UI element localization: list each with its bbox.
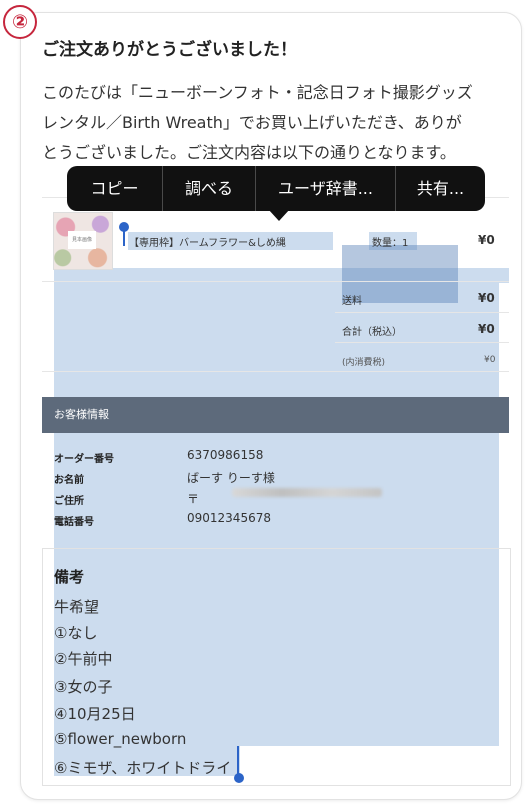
address-redacted <box>232 488 382 497</box>
divider <box>335 342 509 343</box>
name-value: ばーす りーす様 <box>187 471 275 485</box>
thumbnail-label: 見本画像 <box>68 231 96 249</box>
phone-value: 09012345678 <box>187 511 271 525</box>
message-line: レンタル／Birth Wreath」でお買い上げいただき、ありが <box>42 113 462 132</box>
remark-line: ③女の子 <box>54 678 113 696</box>
text-context-menu: コピー 調べる ユーザ辞書... 共有... <box>67 166 485 211</box>
selection-end-caret <box>237 746 239 776</box>
tax-label: (内消費税) <box>342 358 386 368</box>
product-price: ¥0 <box>478 233 495 247</box>
selection-start-caret <box>123 228 125 246</box>
product-thumbnail[interactable]: 見本画像 <box>53 212 113 270</box>
shipping-value: ¥0 <box>478 291 495 305</box>
selection-end-handle[interactable] <box>234 773 244 783</box>
remark-line: ⑤flower_newborn <box>54 730 187 748</box>
product-name[interactable]: 【専用枠】バームフラワー&しめ縄 <box>129 234 286 249</box>
product-quantity: 数量：1 <box>372 238 409 249</box>
remark-line: ④10月25日 <box>54 705 136 723</box>
menu-item-user-dictionary[interactable]: ユーザ辞書... <box>256 166 395 211</box>
context-menu-pointer <box>268 209 290 221</box>
order-number-label: オーダー番号 <box>54 454 114 465</box>
name-label: お名前 <box>54 475 84 486</box>
remark-line: ⑥ミモザ、ホワイトドライ <box>54 759 232 777</box>
address-value: 〒 <box>187 492 200 506</box>
tax-value: ¥0 <box>484 355 496 365</box>
remark-line: ②午前中 <box>54 650 113 668</box>
thank-you-message: このたびは「ニューボーンフォト・記念日フォト撮影グッズ レンタル／Birth W… <box>42 78 512 168</box>
remark-line: ①なし <box>54 624 98 642</box>
shipping-label: 送料 <box>342 296 362 307</box>
order-number-value: 6370986158 <box>187 448 264 462</box>
message-line: このたびは「ニューボーンフォト・記念日フォト撮影グッズ <box>42 83 473 102</box>
divider <box>335 312 509 313</box>
address-label: ご住所 <box>54 496 84 507</box>
remark-line: 牛希望 <box>54 598 100 616</box>
page-title: ご注文ありがとうございました！ <box>42 40 297 60</box>
menu-item-share[interactable]: 共有... <box>396 166 485 211</box>
customer-info-header: お客様情報 <box>42 397 509 433</box>
menu-item-lookup[interactable]: 調べる <box>163 166 255 211</box>
message-line: とうございました。ご注文内容は以下の通りとなります。 <box>42 143 456 162</box>
total-label: 合計（税込） <box>342 327 402 338</box>
step-badge: ② <box>3 5 37 39</box>
menu-item-copy[interactable]: コピー <box>67 166 162 211</box>
phone-label: 電話番号 <box>54 517 94 528</box>
divider <box>42 371 509 372</box>
remarks-title: 備考 <box>54 568 85 586</box>
total-value: ¥0 <box>478 322 495 336</box>
divider <box>42 281 509 282</box>
